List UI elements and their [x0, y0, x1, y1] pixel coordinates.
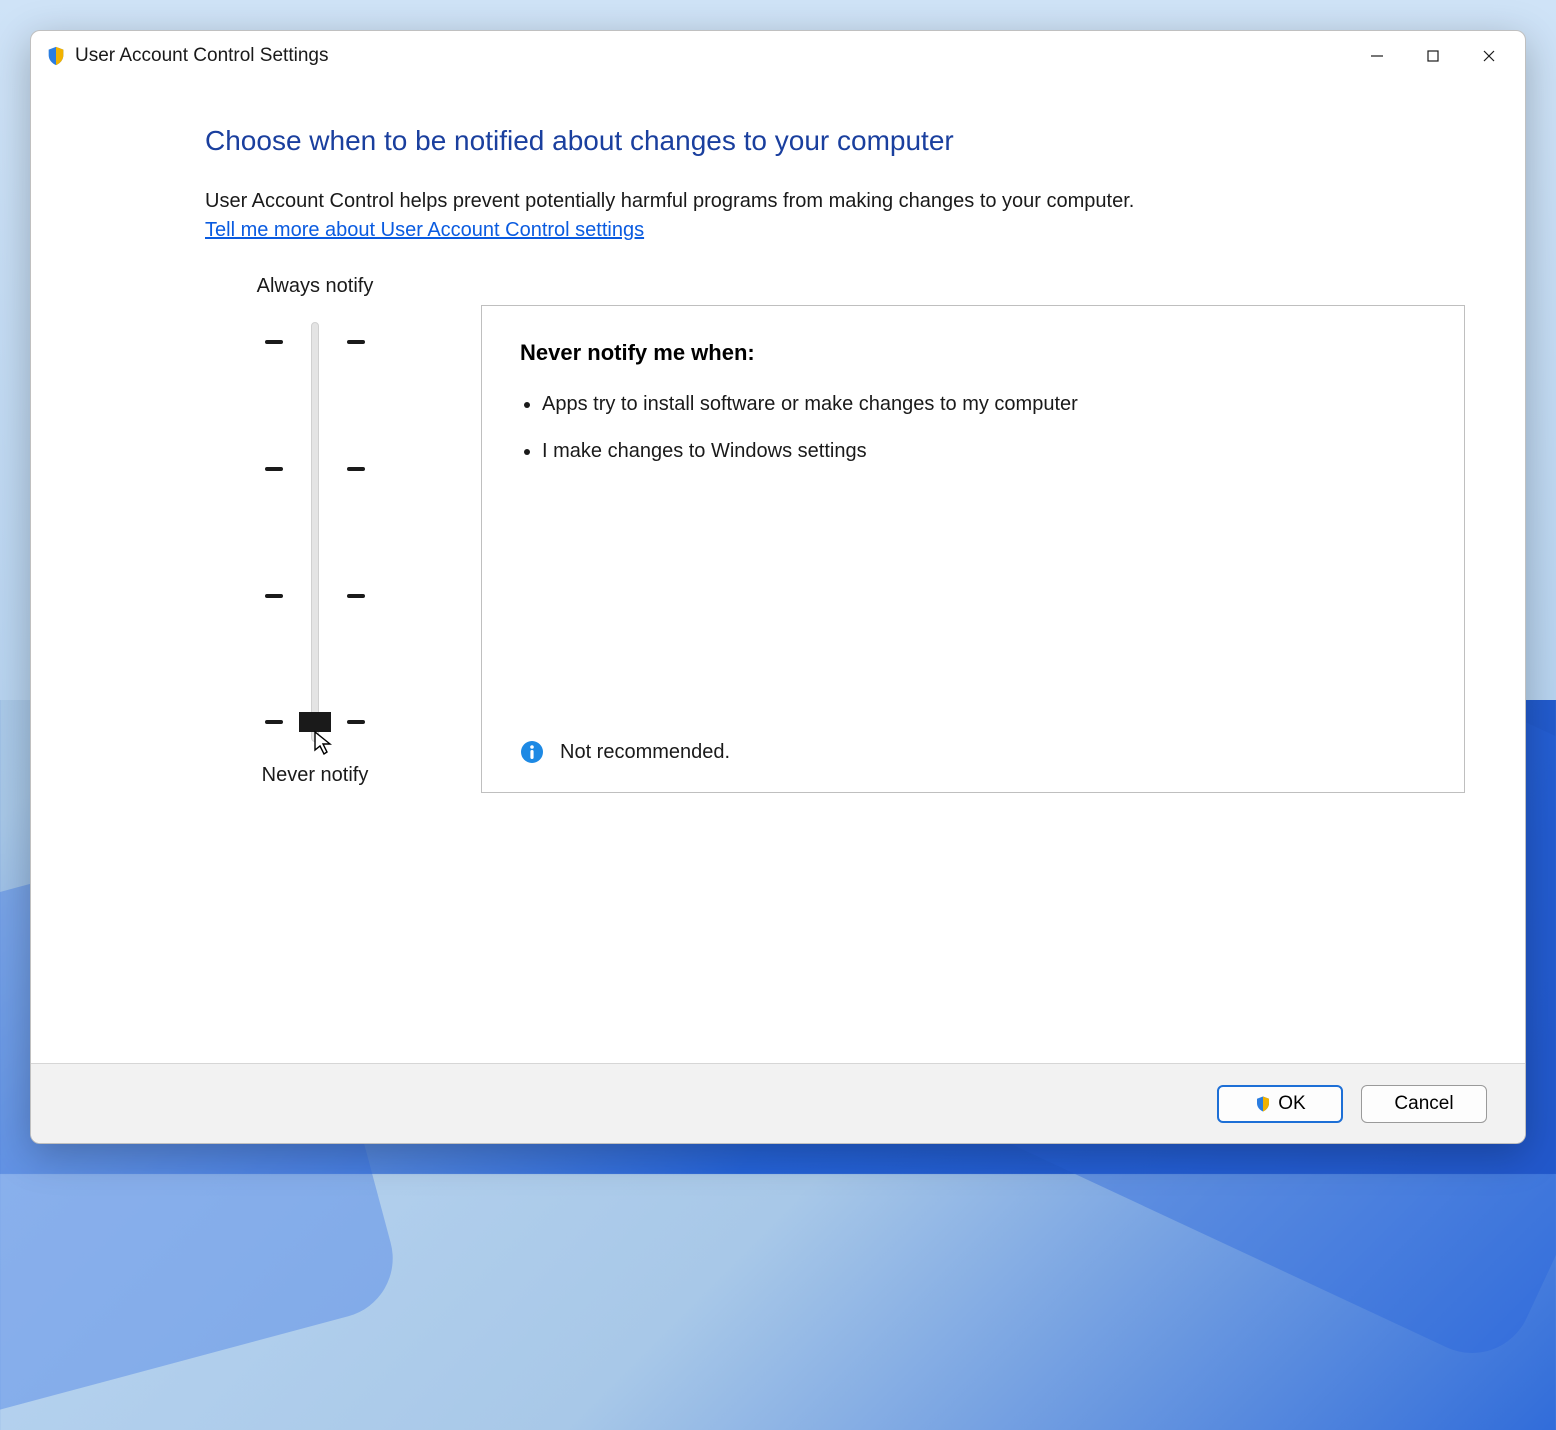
cancel-button[interactable]: Cancel [1361, 1085, 1487, 1123]
content-area: Choose when to be notified about changes… [31, 81, 1525, 1063]
maximize-button[interactable] [1405, 36, 1461, 76]
minimize-button[interactable] [1349, 36, 1405, 76]
window-title: User Account Control Settings [75, 45, 328, 67]
button-bar: OK Cancel [31, 1063, 1525, 1143]
level-detail-panel: Never notify me when: Apps try to instal… [481, 305, 1465, 793]
notification-slider-column: Always notify Never notify [205, 275, 425, 787]
cursor-icon [313, 730, 333, 756]
status-text: Not recommended. [560, 741, 730, 764]
slider-top-label: Always notify [257, 275, 374, 298]
ok-button-label: OK [1278, 1093, 1305, 1115]
page-heading: Choose when to be notified about changes… [205, 125, 1465, 157]
titlebar: User Account Control Settings [31, 31, 1525, 81]
detail-bullet: Apps try to install software or make cha… [542, 390, 1426, 419]
info-icon [520, 740, 544, 764]
description-text: User Account Control helps prevent poten… [205, 187, 1465, 216]
detail-bullet: I make changes to Windows settings [542, 437, 1426, 466]
help-link[interactable]: Tell me more about User Account Control … [205, 216, 644, 245]
notification-level-slider[interactable] [265, 322, 365, 742]
slider-bottom-label: Never notify [262, 764, 369, 787]
shield-icon [1254, 1095, 1272, 1113]
uac-settings-window: User Account Control Settings Choose whe… [30, 30, 1526, 1144]
detail-heading: Never notify me when: [520, 340, 1426, 366]
close-button[interactable] [1461, 36, 1517, 76]
cancel-button-label: Cancel [1394, 1093, 1453, 1115]
shield-icon [45, 45, 67, 67]
slider-thumb[interactable] [299, 712, 331, 732]
ok-button[interactable]: OK [1217, 1085, 1343, 1123]
